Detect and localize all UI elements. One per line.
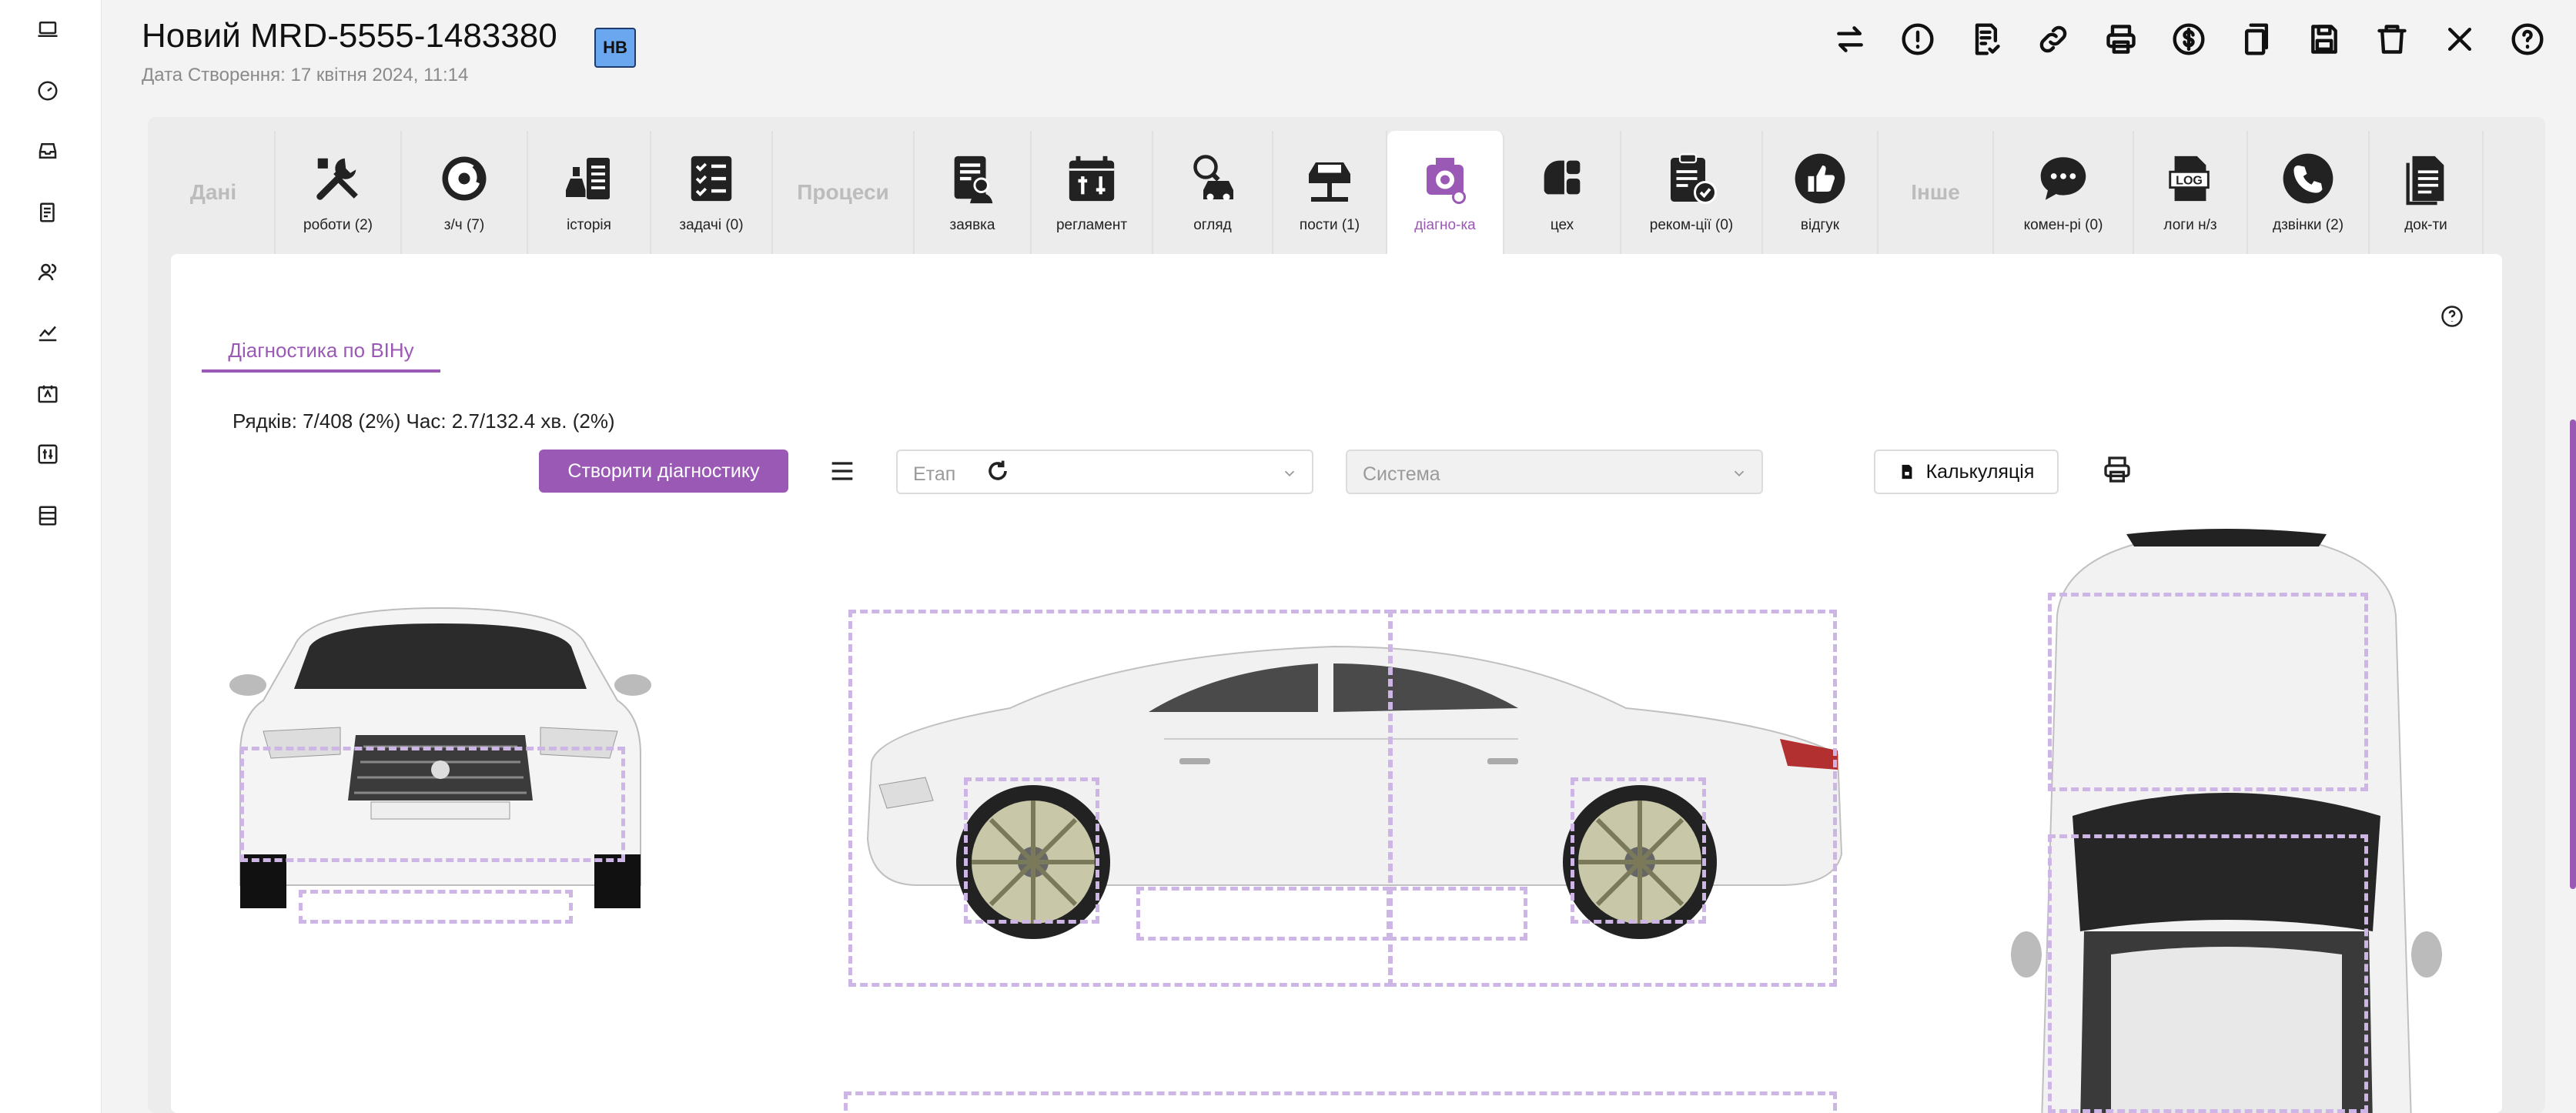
diagnostics-icon (1416, 149, 1474, 208)
tab-vin-diagnostics[interactable]: Діагностика по ВІНу (202, 334, 440, 373)
menu-icon[interactable] (827, 456, 858, 486)
tab-inspection[interactable]: огляд (1153, 131, 1273, 254)
save-icon[interactable] (2307, 22, 2342, 57)
trash-icon[interactable] (2374, 22, 2410, 57)
tab-regulation[interactable]: регламент (1032, 131, 1153, 254)
stage-placeholder: Етап (913, 463, 956, 485)
brake-disc-icon (435, 149, 493, 208)
zone-front-bumper[interactable] (299, 890, 573, 924)
zone-front-wheel[interactable] (964, 777, 1099, 924)
chevron-down-icon (1284, 470, 1295, 477)
zone-hood[interactable] (2048, 593, 2368, 791)
section-data: Дані (152, 131, 276, 254)
page-title: Новий MRD-5555-1483380 (142, 17, 557, 55)
tab-diagnostics[interactable]: діагно-ка (1387, 131, 1504, 254)
checklist-icon (682, 149, 741, 208)
tab-comments[interactable]: комен-рі (0) (1994, 131, 2134, 254)
users-icon[interactable] (34, 259, 62, 286)
page-header: Новий MRD-5555-1483380 Дата Створення: 1… (102, 0, 2576, 108)
doc-check-icon[interactable] (1968, 22, 2003, 57)
calendar-icon[interactable] (34, 380, 62, 408)
tab-works[interactable]: роботи (2) (276, 131, 402, 254)
tab-logs[interactable]: LOG логи н/з (2134, 131, 2248, 254)
history-icon (560, 149, 618, 208)
zone-front-grille[interactable] (240, 747, 625, 862)
document-icon[interactable] (34, 199, 62, 226)
request-icon (943, 149, 1002, 208)
print-icon[interactable] (2102, 454, 2133, 485)
svg-text:LOG: LOG (2176, 173, 2203, 187)
help-circle-icon[interactable] (2441, 305, 2464, 328)
calendar-tools-icon (1062, 149, 1121, 208)
tab-parts[interactable]: з/ч (7) (402, 131, 528, 254)
tab-request[interactable]: заявка (915, 131, 1032, 254)
system-placeholder: Система (1363, 463, 1440, 485)
tab-workshop[interactable]: цех (1504, 131, 1621, 254)
tab-documents[interactable]: док-ти (2370, 131, 2484, 254)
swap-icon[interactable] (1832, 22, 1868, 57)
alert-icon[interactable] (1900, 22, 1935, 57)
list-icon[interactable] (34, 502, 62, 530)
system-select[interactable]: Система (1346, 450, 1763, 494)
zone-second-row[interactable] (844, 1091, 1837, 1113)
section-process: Процеси (773, 131, 915, 254)
workshop-icon (1533, 149, 1591, 208)
calculator-icon (1902, 464, 1912, 480)
zone-sill-front[interactable] (1136, 887, 1390, 941)
chart-icon[interactable] (34, 319, 62, 346)
sidebar (0, 0, 102, 1113)
inbox-icon[interactable] (34, 137, 62, 165)
print-icon[interactable] (2103, 22, 2139, 57)
chevron-down-icon (1734, 470, 1745, 477)
rows-stats: Рядків: 7/408 (2%) Час: 2.7/132.4 хв. (2… (233, 409, 615, 433)
create-diagnostics-button[interactable]: Створити діагностику (539, 450, 788, 493)
refresh-icon[interactable] (982, 456, 1013, 486)
tab-posts[interactable]: пости (1) (1273, 131, 1387, 254)
documents-icon (2397, 149, 2455, 208)
laptop-icon[interactable] (34, 15, 62, 43)
calculation-button[interactable]: Калькуляція (1874, 450, 2059, 494)
clipboard-check-icon (1662, 149, 1721, 208)
zone-sill-rear[interactable] (1389, 887, 1527, 941)
log-file-icon: LOG (2161, 149, 2220, 208)
header-actions (1832, 22, 2545, 57)
tab-recommendations[interactable]: реком-ції (0) (1621, 131, 1763, 254)
sliders-icon[interactable] (34, 440, 62, 468)
creation-date: Дата Створення: 17 квітня 2024, 11:14 (142, 65, 469, 85)
speedometer-icon[interactable] (34, 77, 62, 105)
help-icon[interactable] (2510, 22, 2545, 57)
tab-tasks[interactable]: задачі (0) (651, 131, 773, 254)
thumbs-up-icon (1791, 149, 1849, 208)
car-lift-icon (1300, 149, 1359, 208)
tab-bar: Дані роботи (2) з/ч (7) історія задачі (… (148, 131, 2545, 254)
car-search-icon (1183, 149, 1242, 208)
diagnostics-panel: Діагностика по ВІНу Рядків: 7/408 (2%) Ч… (171, 254, 2502, 1113)
zone-roof[interactable] (2048, 834, 2368, 1113)
dollar-icon[interactable] (2171, 22, 2206, 57)
zone-rear-wheel[interactable] (1571, 777, 1706, 924)
tab-feedback[interactable]: відгук (1763, 131, 1878, 254)
link-icon[interactable] (2036, 22, 2071, 57)
main-card: Дані роботи (2) з/ч (7) історія задачі (… (148, 117, 2545, 1113)
scrollbar[interactable] (2570, 419, 2576, 889)
tab-history[interactable]: історія (528, 131, 651, 254)
chat-icon (2034, 149, 2093, 208)
stage-select[interactable]: Етап (896, 450, 1313, 494)
tools-icon (309, 149, 367, 208)
calculation-label: Калькуляція (1925, 460, 2035, 483)
copy-icon[interactable] (2239, 22, 2274, 57)
section-other: Інше (1878, 131, 1994, 254)
tab-calls[interactable]: дзвінки (2) (2248, 131, 2370, 254)
phone-icon (2279, 149, 2337, 208)
status-badge: НВ (594, 28, 636, 68)
close-icon[interactable] (2442, 22, 2477, 57)
